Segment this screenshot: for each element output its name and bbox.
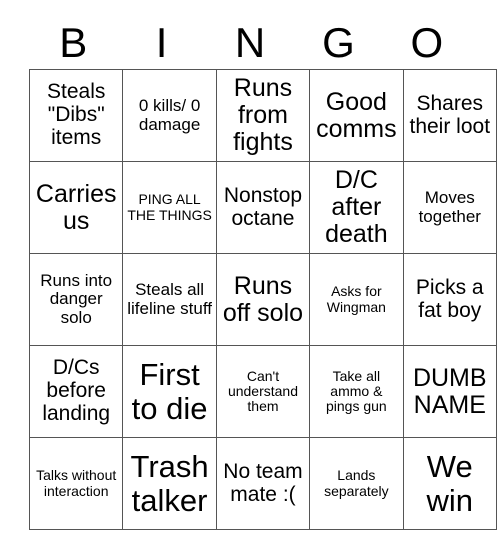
bingo-cell-label: Steals "Dibs" items	[47, 80, 106, 149]
bingo-cell[interactable]: Lands separately	[309, 437, 404, 530]
bingo-cell[interactable]: Good comms	[309, 69, 404, 162]
bingo-cell-label: Talks without interaction	[36, 467, 117, 499]
bingo-cell-label: Lands separately	[324, 467, 389, 499]
bingo-cell-label: Shares their loot	[409, 91, 491, 138]
bingo-row: Talks without interaction Trash talker N…	[29, 437, 497, 530]
bingo-row: D/Cs before landing First to die Can't u…	[29, 345, 497, 438]
bingo-cell[interactable]: 0 kills/ 0 damage	[122, 69, 217, 162]
bingo-cell-label: Runs from fights	[233, 74, 293, 156]
bingo-cell-label: Runs off solo	[222, 271, 304, 327]
bingo-cell[interactable]: PING ALL THE THINGS	[122, 161, 217, 254]
bingo-cell-label: 0 kills/ 0 damage	[138, 96, 201, 134]
header-letter-b: B	[59, 19, 88, 66]
bingo-cell-label: Moves together	[418, 188, 481, 226]
bingo-cell-label: Runs into danger solo	[40, 270, 113, 327]
header-letter-n: N	[234, 19, 266, 66]
bingo-cell-label: Carries us	[35, 179, 117, 235]
bingo-cell[interactable]: Picks a fat boy	[403, 253, 497, 346]
bingo-cell-label: Asks for Wingman	[326, 283, 386, 315]
bingo-card: B I N G O Steals "Dibs" items 0 kills/ 0…	[0, 0, 500, 544]
header-letter-i: I	[155, 19, 168, 66]
bingo-cell[interactable]: Moves together	[403, 161, 497, 254]
bingo-cell-label: PING ALL THE THINGS	[127, 191, 212, 223]
bingo-cell[interactable]: D/C after death	[309, 161, 404, 254]
bingo-cell[interactable]: D/Cs before landing	[29, 345, 124, 438]
bingo-cell-label: No team mate :(	[223, 459, 303, 506]
bingo-cell[interactable]: Can't understand them	[216, 345, 311, 438]
bingo-cell-label: We win	[426, 449, 474, 518]
bingo-cell-label: Good comms	[316, 87, 397, 143]
bingo-cell[interactable]: Steals "Dibs" items	[29, 69, 124, 162]
bingo-header: B I N G O	[29, 17, 471, 69]
bingo-cell-label: D/Cs before landing	[42, 356, 111, 425]
bingo-cell[interactable]: Talks without interaction	[29, 437, 124, 530]
bingo-grid: Steals "Dibs" items 0 kills/ 0 damage Ru…	[29, 69, 497, 530]
bingo-cell[interactable]: We win	[403, 437, 497, 530]
bingo-cell-label: D/C after death	[325, 166, 388, 248]
bingo-cell[interactable]: Take all ammo & pings gun	[309, 345, 404, 438]
bingo-cell-label: Picks a fat boy	[415, 275, 484, 322]
bingo-cell[interactable]: Runs into danger solo	[29, 253, 124, 346]
bingo-cell-label: Trash talker	[130, 449, 209, 518]
header-letter-o: O	[410, 19, 444, 66]
bingo-cell-label: Nonstop octane	[223, 183, 303, 230]
bingo-cell[interactable]: Runs off solo	[216, 253, 311, 346]
bingo-cell[interactable]: No team mate :(	[216, 437, 311, 530]
bingo-cell-label: Take all ammo & pings gun	[326, 367, 387, 415]
bingo-cell-label: Can't understand them	[227, 367, 298, 415]
bingo-cell[interactable]: DUMB NAME	[403, 345, 497, 438]
bingo-cell[interactable]: Runs from fights	[216, 69, 311, 162]
bingo-row: Runs into danger solo Steals all lifelin…	[29, 253, 497, 346]
bingo-cell-label: DUMB NAME	[412, 363, 487, 419]
bingo-cell[interactable]: Nonstop octane	[216, 161, 311, 254]
bingo-cell-label: Steals all lifeline stuff	[127, 280, 212, 318]
bingo-cell[interactable]: Steals all lifeline stuff	[122, 253, 217, 346]
header-letter-g: G	[322, 19, 355, 66]
bingo-cell[interactable]: First to die	[122, 345, 217, 438]
bingo-cell-label: First to die	[131, 357, 208, 426]
bingo-row: Steals "Dibs" items 0 kills/ 0 damage Ru…	[29, 69, 497, 162]
bingo-cell[interactable]: Carries us	[29, 161, 124, 254]
bingo-row: Carries us PING ALL THE THINGS Nonstop o…	[29, 161, 497, 254]
bingo-cell[interactable]: Shares their loot	[403, 69, 497, 162]
bingo-cell[interactable]: Asks for Wingman	[309, 253, 404, 346]
bingo-cell[interactable]: Trash talker	[122, 437, 217, 530]
